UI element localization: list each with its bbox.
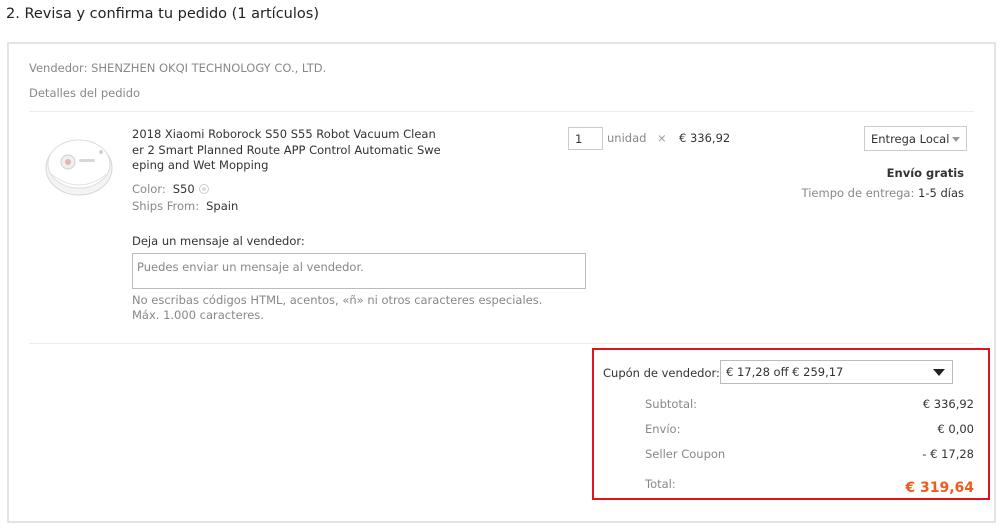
product-color: Color: S50	[132, 182, 209, 196]
free-shipping-label: Envío gratis	[886, 166, 964, 180]
unit-price: € 336,92	[679, 131, 731, 145]
coupon-selected-value: € 17,28 off € 259,17	[726, 365, 844, 379]
subtotal-value: € 336,92	[922, 397, 974, 411]
delivery-time: Tiempo de entrega: 1-5 días	[802, 186, 964, 200]
unit-label: unidad	[607, 131, 647, 145]
subtotal-label: Subtotal:	[645, 397, 698, 411]
divider	[29, 343, 974, 344]
chevron-down-icon	[933, 369, 945, 376]
coupon-label: Cupón de vendedor:	[603, 366, 720, 380]
robot-vacuum-icon[interactable]	[41, 126, 117, 202]
shipping-method-select[interactable]: Entrega Local	[864, 126, 967, 151]
seller-coupon-select[interactable]: € 17,28 off € 259,17	[720, 360, 953, 384]
color-value: S50	[172, 182, 195, 196]
chevron-down-icon	[952, 137, 960, 142]
seller-name: Vendedor: SHENZHEN OKQI TECHNOLOGY CO., …	[29, 61, 327, 75]
seller-message-textarea[interactable]	[132, 253, 586, 289]
message-hint: No escribas códigos HTML, acentos, «ñ» n…	[132, 293, 543, 322]
total-label: Total:	[645, 477, 676, 491]
shipping-cost-label: Envío:	[645, 422, 681, 436]
product-ships-from: Ships From: Spain	[132, 199, 238, 213]
checkout-page: 2. Revisa y confirma tu pedido (1 artícu…	[0, 0, 1002, 530]
delivery-time-value: 1-5 días	[918, 186, 964, 200]
ships-from-label: Ships From:	[132, 199, 200, 213]
seller-coupon-value: - € 17,28	[922, 447, 974, 461]
delivery-time-label: Tiempo de entrega:	[801, 186, 915, 200]
color-swatch-icon	[198, 184, 209, 194]
shipping-cost-value: € 0,00	[937, 422, 974, 436]
quantity-input[interactable]	[568, 127, 603, 150]
section-title: 2. Revisa y confirma tu pedido (1 artícu…	[6, 6, 319, 22]
product-title[interactable]: 2018 Xiaomi Roborock S50 S55 Robot Vacuu…	[132, 127, 442, 174]
order-summary: Cupón de vendedor: € 17,28 off € 259,17 …	[592, 348, 990, 500]
seller-coupon-label: Seller Coupon	[645, 447, 726, 461]
order-details-label: Detalles del pedido	[29, 86, 141, 100]
multiply-sign: ×	[657, 131, 667, 145]
order-panel: Vendedor: SHENZHEN OKQI TECHNOLOGY CO., …	[7, 42, 996, 523]
message-label: Deja un mensaje al vendedor:	[132, 234, 305, 248]
ships-from-value: Spain	[206, 199, 239, 213]
shipping-method-value: Entrega Local	[871, 131, 950, 146]
color-label: Color:	[132, 182, 166, 196]
total-value: € 319,64	[905, 480, 974, 496]
divider	[29, 111, 974, 112]
